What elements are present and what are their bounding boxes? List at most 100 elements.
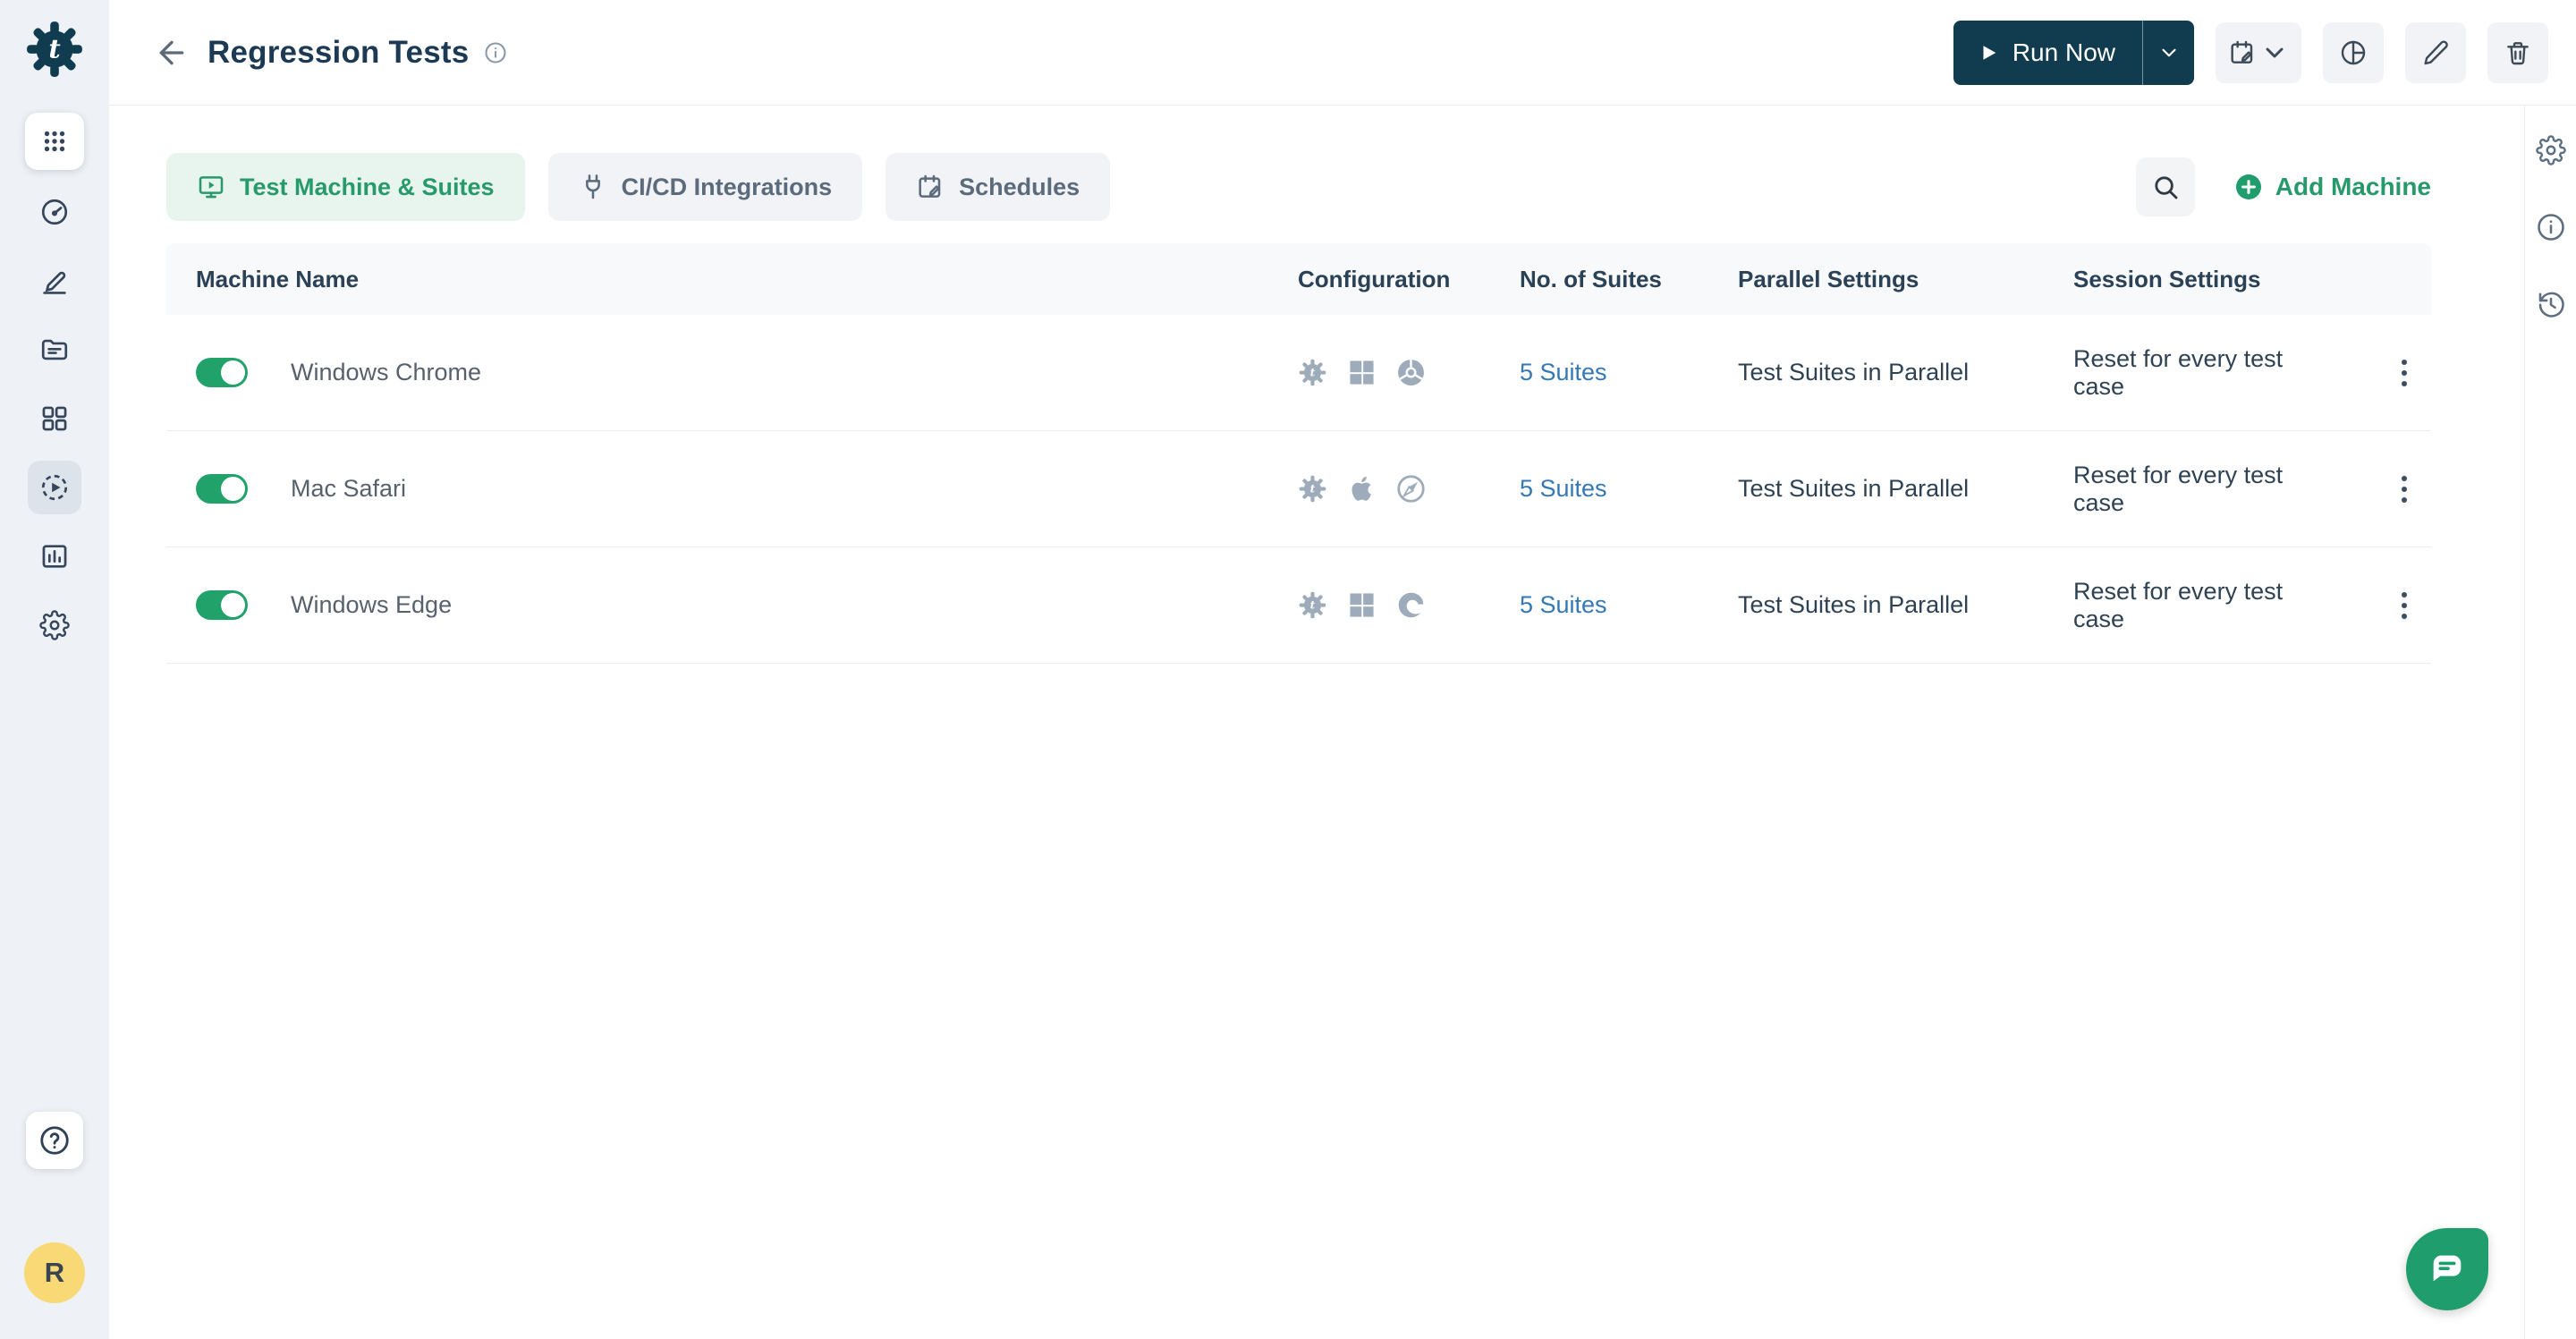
delete-button[interactable] [2487,22,2548,83]
filter-actions: Add Machine [2136,157,2431,216]
rail-settings-button[interactable] [2531,125,2571,175]
safari-icon [1396,474,1426,504]
gear-icon [39,610,70,640]
chat-bubble-icon [2427,1249,2468,1290]
apple-icon [1347,474,1377,504]
calendar-edit-icon [916,173,945,201]
tab-label: CI/CD Integrations [622,174,833,201]
app-window: t [0,0,2576,1339]
tab-cicd-integrations[interactable]: CI/CD Integrations [548,153,863,221]
sidebar-item-settings[interactable] [28,598,81,652]
machine-name: Windows Chrome [291,359,481,386]
parallel-settings-value: Test Suites in Parallel [1708,591,2044,619]
plus-circle-icon [2234,173,2263,201]
sidebar-item-reports[interactable] [28,530,81,583]
pie-chart-button[interactable] [2323,22,2384,83]
suites-link[interactable]: 5 Suites [1520,591,1607,618]
calendar-edit-icon [2228,38,2257,67]
history-icon [2535,288,2567,320]
run-now-dropdown-button[interactable] [2142,21,2194,85]
configuration-icons: t [1268,474,1490,504]
edge-icon [1396,590,1426,620]
testsigma-agent-icon: t [1298,358,1327,387]
windows-icon [1347,590,1377,620]
grid-dots-icon [39,126,70,157]
search-icon [2150,172,2181,202]
machine-name: Mac Safari [291,475,406,503]
suites-link[interactable]: 5 Suites [1520,359,1607,386]
add-machine-label: Add Machine [2275,173,2431,201]
chevron-down-icon [2157,41,2181,64]
session-settings-value: Reset for every test case [2044,462,2339,517]
user-avatar[interactable]: R [24,1242,85,1303]
rail-info-button[interactable] [2531,202,2571,252]
row-menu-button[interactable] [2386,467,2422,512]
table-row: Windows Chrome [166,315,2431,431]
sidebar-item-test-data[interactable] [28,323,81,377]
testsigma-agent-icon: t [1298,474,1327,504]
svg-text:t: t [1310,598,1316,612]
edit-button[interactable] [2405,22,2466,83]
svg-text:t: t [1310,482,1316,496]
avatar-initial: R [45,1257,64,1289]
plug-icon [579,173,607,201]
testsigma-logo-icon: t [25,20,84,79]
sidebar-item-test-runs[interactable] [28,461,81,514]
sidebar-item-elements[interactable] [28,392,81,445]
rail-history-button[interactable] [2531,279,2571,329]
chat-widget-button[interactable] [2406,1228,2488,1310]
tab-test-machine-and-suites[interactable]: Test Machine & Suites [166,153,525,221]
col-parallel-settings: Parallel Settings [1708,266,2044,293]
filter-row: Test Machine & Suites CI/CD Integrations… [166,153,2431,221]
help-icon [38,1123,72,1157]
title-info-icon[interactable] [483,40,508,65]
search-button[interactable] [2136,157,2195,216]
header-actions: Run Now [1953,21,2548,85]
monitor-play-icon [197,173,225,201]
info-icon [483,40,508,65]
edit-icon [2421,38,2450,67]
svg-text:t: t [48,34,61,64]
sidebar-item-apps-menu[interactable] [25,113,84,170]
grid-squares-icon [39,403,70,434]
run-now-button[interactable]: Run Now [1953,21,2142,85]
tab-label: Schedules [959,174,1080,201]
page-header: Regression Tests Run Now [109,0,2576,106]
machine-enabled-toggle[interactable] [196,474,248,504]
table-header-row: Machine Name Configuration No. of Suites… [166,243,2431,315]
gear-icon [2536,135,2566,165]
table-row: Windows Edge [166,547,2431,664]
tab-label: Test Machine & Suites [240,174,495,201]
col-configuration: Configuration [1268,266,1490,293]
session-settings-value: Reset for every test case [2044,578,2339,633]
col-no-of-suites: No. of Suites [1490,266,1708,293]
col-session-settings: Session Settings [2044,266,2339,293]
machine-enabled-toggle[interactable] [196,358,248,387]
info-icon [2535,211,2567,243]
folder-icon [39,335,70,365]
speedometer-icon [39,197,70,227]
run-now-label: Run Now [2012,38,2115,67]
configuration-icons: t [1268,358,1490,387]
right-utility-rail [2524,106,2576,1339]
suites-link[interactable]: 5 Suites [1520,475,1607,502]
chevron-down-icon [2260,38,2289,67]
add-machine-button[interactable]: Add Machine [2234,173,2431,201]
configuration-icons: t [1268,590,1490,620]
machine-enabled-toggle[interactable] [196,590,248,620]
page-title: Regression Tests [208,35,469,71]
row-menu-button[interactable] [2386,583,2422,628]
session-settings-value: Reset for every test case [2044,345,2339,401]
sidebar-item-dashboard[interactable] [28,185,81,239]
schedule-dropdown-button[interactable] [2216,22,2301,83]
parallel-settings-value: Test Suites in Parallel [1708,475,2044,503]
play-icon [1979,43,1998,63]
row-menu-button[interactable] [2386,351,2422,395]
chrome-icon [1396,358,1426,387]
sidebar-item-create-tests[interactable] [28,254,81,308]
tab-schedules[interactable]: Schedules [886,153,1110,221]
back-button[interactable] [152,33,191,72]
pie-chart-icon [2339,38,2368,67]
arrow-left-icon [154,35,190,71]
help-button[interactable] [26,1112,83,1169]
